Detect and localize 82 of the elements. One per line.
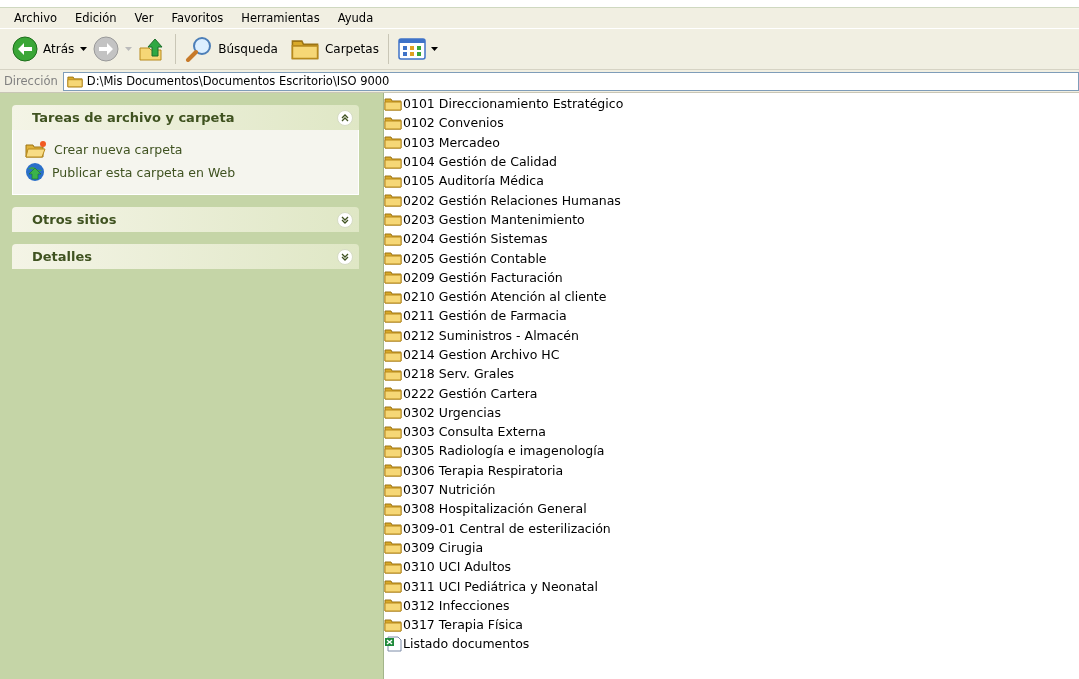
file-name[interactable]: 0311 UCI Pediátrica y Neonatal [403,578,598,594]
address-field[interactable]: D:\Mis Documentos\Documentos Escritorio\ISO 9000 [62,71,1079,91]
folder-icon [384,270,402,285]
panel-header[interactable]: Otros sitios [12,207,359,232]
address-label: Dirección [4,74,58,88]
file-name[interactable]: 0218 Serv. Grales [403,366,515,382]
folder-icon [384,444,402,458]
file-name[interactable]: 0205 Gestión Contable [403,250,547,266]
file-name[interactable]: 0204 Gestión Sistemas [403,231,548,247]
file-name[interactable]: 0306 Terapia Respiratoria [403,462,564,478]
file-name[interactable]: 0211 Gestión de Farmacia [403,308,567,324]
folder-icon [384,135,402,150]
panel-header[interactable]: Detalles [12,244,359,269]
file-name[interactable]: 0302 Urgencias [403,404,501,420]
folder-icon [66,74,83,88]
task-link[interactable]: Publicar esta carpeta en Web [52,164,236,180]
search-button[interactable]: Búsqueda [179,32,284,66]
folder-icon [384,463,402,478]
new-folder-icon [25,140,47,158]
folders-button[interactable]: Carpetas [283,32,385,66]
folder-icon [384,289,402,304]
folder-icon [384,598,402,613]
file-name[interactable]: 0101 Direccionamiento Estratégico [403,96,624,112]
folders-icon [289,38,320,60]
file-name[interactable]: 0102 Convenios [403,115,504,131]
panel-header[interactable]: Tareas de archivo y carpeta [12,105,359,130]
search-icon [185,36,214,62]
folder-icon [384,559,402,574]
file-name[interactable]: 0212 Suministros - Almacén [403,327,579,343]
folder-icon [384,482,402,497]
file-name[interactable]: 0104 Gestión de Calidad [403,154,558,170]
folder-icon [384,212,402,227]
folder-icon [384,405,402,420]
file-name[interactable]: 0309-01 Central de esterilización [403,520,611,536]
folder-icon [384,579,402,594]
folder-icon [384,231,402,246]
menu-item[interactable]: Favoritos [163,11,232,25]
folder-icon [384,115,402,130]
menu-item[interactable]: Ver [126,11,162,25]
file-name[interactable]: 0317 Terapia Física [403,617,523,633]
file-name[interactable]: 0210 Gestión Atención al cliente [403,289,607,305]
file-name[interactable]: 0307 Nutrición [403,482,496,498]
file-name[interactable]: 0310 UCI Adultos [403,559,512,575]
file-name[interactable]: 0203 Gestion Mantenimiento [403,211,585,227]
file-name[interactable]: Listado documentos [403,636,530,652]
folder-icon [384,328,402,343]
file-name[interactable]: 0312 Infecciones [403,597,510,613]
folder-icon [384,154,402,169]
folder-icon [384,386,402,401]
caret-icon [430,47,438,51]
folder-icon [384,617,402,632]
back-button[interactable]: Atrás [6,32,81,66]
folder-icon [384,308,402,323]
file-name[interactable]: 0303 Consulta Externa [403,424,546,440]
caret-icon [80,47,88,51]
folder-icon [384,521,402,536]
folder-icon [384,501,402,516]
menu-item[interactable]: Herramientas [233,11,328,25]
file-name[interactable]: 0308 Hospitalización General [403,501,587,517]
menu-item[interactable]: Ayuda [329,11,382,25]
folder-icon [384,424,402,439]
folder-icon [384,173,402,188]
file-name[interactable]: 0222 Gestión Cartera [403,385,538,401]
folder-icon [384,193,402,208]
globe-upload-icon [25,162,45,182]
file-name[interactable]: 0305 Radiología e imagenología [403,443,605,459]
file-name[interactable]: 0202 Gestión Relaciones Humanas [403,192,621,208]
file-name[interactable]: 0214 Gestion Archivo HC [403,347,560,362]
file-name[interactable]: 0105 Auditoría Médica [403,173,544,189]
folder-icon [384,251,402,265]
caret-icon [125,47,133,51]
file-name[interactable]: 0309 Cirugia [403,539,484,555]
file-name[interactable]: 0103 Mercadeo [403,134,500,150]
menu-item[interactable]: Edición [67,11,125,25]
task-link[interactable]: Crear nueva carpeta [54,141,183,157]
folder-icon [384,540,402,555]
file-name[interactable]: 0209 Gestión Facturación [403,269,563,285]
folder-icon [384,366,402,381]
folder-icon [384,96,402,111]
views-icon [397,38,426,60]
folder-icon [384,347,402,362]
menu-item[interactable]: Archivo [6,11,65,25]
